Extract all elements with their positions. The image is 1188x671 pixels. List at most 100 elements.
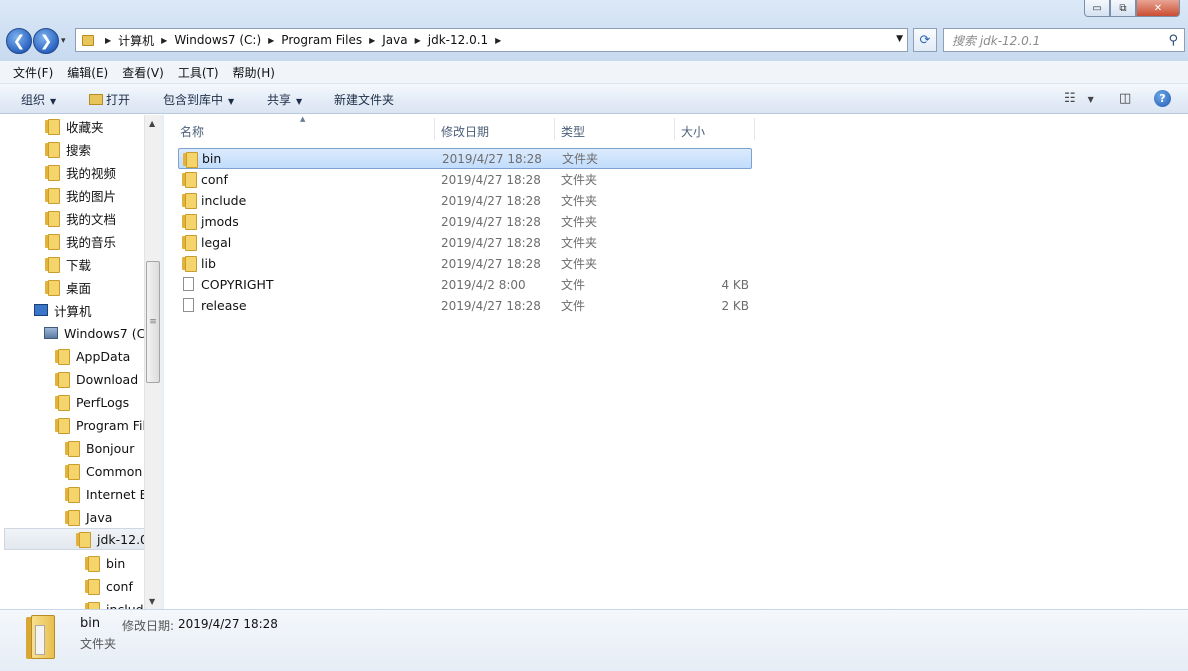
sidebar-item-bonjour[interactable]: Bonjour: [64, 437, 134, 459]
menu-edit[interactable]: 编辑(E): [60, 64, 115, 81]
scroll-thumb[interactable]: ≡: [146, 261, 160, 383]
sidebar-item-label: 桌面: [66, 280, 92, 296]
address-bar[interactable]: ▶ 计算机 ▶ Windows7 (C:) ▶ Program Files ▶ …: [75, 28, 908, 52]
sidebar-item-label: 搜索: [66, 142, 92, 158]
sidebar-item-conf[interactable]: conf: [84, 575, 133, 597]
sidebar-item-desktop[interactable]: 桌面: [44, 276, 91, 298]
sidebar-item-java[interactable]: Java: [64, 506, 112, 528]
breadcrumb-separator-icon[interactable]: ▶: [495, 36, 501, 45]
sidebar-item-bin[interactable]: bin: [84, 552, 125, 574]
close-button[interactable]: ✕: [1136, 0, 1180, 17]
file-row[interactable]: COPYRIGHT 2019/4/2 8:00 文件 4 KB: [178, 274, 752, 295]
folder-icon: [44, 233, 60, 250]
minimize-button[interactable]: ▭: [1084, 0, 1110, 17]
breadcrumb-computer[interactable]: 计算机: [118, 32, 154, 49]
navigation-scrollbar[interactable]: ▲ ≡ ▼: [144, 115, 161, 609]
folder-icon: [64, 509, 80, 526]
preview-pane-button[interactable]: ◫: [1119, 91, 1131, 106]
file-list-pane: ▲ 名称 修改日期 类型 大小 bin 2019/4/27 18:28 文件夹 …: [164, 115, 1188, 609]
file-row[interactable]: include 2019/4/27 18:28 文件夹: [178, 190, 752, 211]
share-button[interactable]: 共享 ▼: [267, 91, 302, 108]
sidebar-item-download[interactable]: Download: [54, 368, 138, 390]
sidebar-item-jdk[interactable]: jdk-12.0.: [4, 528, 152, 550]
file-row[interactable]: legal 2019/4/27 18:28 文件夹: [178, 232, 752, 253]
sidebar-item-drive-c[interactable]: Windows7 (C:: [44, 322, 150, 344]
column-divider[interactable]: [434, 118, 435, 140]
menu-tools[interactable]: 工具(T): [171, 64, 226, 81]
back-button[interactable]: ❮: [6, 28, 32, 54]
breadcrumb-jdk[interactable]: jdk-12.0.1: [428, 33, 488, 47]
sidebar-item-include[interactable]: include: [84, 598, 151, 609]
sidebar-item-perflogs[interactable]: PerfLogs: [54, 391, 129, 413]
sidebar-item-program-files[interactable]: Program File: [54, 414, 154, 436]
forward-button[interactable]: ❯: [33, 28, 59, 54]
folder-icon: [64, 486, 80, 503]
sidebar-item-favorites[interactable]: 收藏夹: [44, 115, 104, 137]
open-label: 打开: [106, 93, 131, 107]
new-folder-button[interactable]: 新建文件夹: [334, 91, 394, 108]
file-row[interactable]: release 2019/4/27 18:28 文件 2 KB: [178, 295, 752, 316]
refresh-button[interactable]: ⟳: [913, 28, 937, 52]
sidebar-item-pictures[interactable]: 我的图片: [44, 184, 116, 206]
column-divider[interactable]: [754, 118, 755, 140]
sidebar-item-internet-explorer[interactable]: Internet Ex: [64, 483, 155, 505]
sidebar-item-downloads[interactable]: 下载: [44, 253, 91, 275]
include-in-library-button[interactable]: 包含到库中 ▼: [163, 91, 234, 108]
file-date: 2019/4/27 18:28: [441, 298, 541, 313]
breadcrumb-separator-icon[interactable]: ▶: [369, 36, 375, 45]
sidebar-item-music[interactable]: 我的音乐: [44, 230, 116, 252]
column-header-date[interactable]: 修改日期: [441, 121, 489, 141]
sidebar-item-appdata[interactable]: AppData: [54, 345, 130, 367]
folder-icon: [84, 601, 100, 609]
file-row[interactable]: conf 2019/4/27 18:28 文件夹: [178, 169, 752, 190]
details-modified-label: 修改日期:: [122, 619, 175, 633]
file-row[interactable]: lib 2019/4/27 18:28 文件夹: [178, 253, 752, 274]
maximize-button[interactable]: ⧉: [1110, 0, 1136, 17]
close-icon: ✕: [1153, 2, 1163, 14]
open-button[interactable]: 打开: [89, 91, 130, 108]
scroll-down-icon[interactable]: ▼: [149, 597, 155, 606]
breadcrumb-java[interactable]: Java: [382, 33, 407, 47]
column-divider[interactable]: [674, 118, 675, 140]
folder-icon: [181, 213, 197, 230]
scroll-up-icon[interactable]: ▲: [149, 119, 155, 128]
file-row[interactable]: jmods 2019/4/27 18:28 文件夹: [178, 211, 752, 232]
breadcrumb-separator-icon[interactable]: ▶: [268, 36, 274, 45]
sort-ascending-icon: ▲: [300, 115, 306, 123]
sidebar-item-search[interactable]: 搜索: [44, 138, 91, 160]
file-type: 文件: [561, 278, 586, 292]
file-date: 2019/4/27 18:28: [442, 151, 542, 166]
sidebar-item-computer[interactable]: 计算机: [34, 299, 92, 321]
column-header-size[interactable]: 大小: [681, 121, 705, 141]
breadcrumb-separator-icon[interactable]: ▶: [105, 36, 111, 45]
menu-view[interactable]: 查看(V): [115, 64, 171, 81]
menu-help[interactable]: 帮助(H): [226, 64, 282, 81]
menu-file[interactable]: 文件(F): [6, 64, 60, 81]
breadcrumb-separator-icon[interactable]: ▶: [161, 36, 167, 45]
breadcrumb-program-files[interactable]: Program Files: [281, 33, 362, 47]
help-button[interactable]: ?: [1154, 90, 1171, 107]
search-icon[interactable]: ⚲: [1168, 33, 1178, 48]
sidebar-item-common-files[interactable]: Common F: [64, 460, 153, 482]
sidebar-item-documents[interactable]: 我的文档: [44, 207, 116, 229]
sidebar-item-label: Download: [76, 371, 139, 387]
file-date: 2019/4/27 18:28: [441, 256, 541, 271]
file-date: 2019/4/27 18:28: [441, 172, 541, 187]
file-row[interactable]: bin 2019/4/27 18:28 文件夹: [178, 148, 752, 169]
search-input[interactable]: 搜索 jdk-12.0.1 ⚲: [943, 28, 1185, 52]
address-history-dropdown[interactable]: ▼: [896, 34, 903, 44]
sidebar-item-videos[interactable]: 我的视频: [44, 161, 116, 183]
column-header-name[interactable]: 名称: [180, 121, 204, 141]
organize-button[interactable]: 组织 ▼: [21, 91, 56, 108]
folder-icon: [44, 164, 60, 181]
refresh-icon: ⟳: [919, 32, 931, 48]
change-view-button[interactable]: ☷ ▼: [1064, 91, 1094, 106]
command-bar: 组织 ▼ 打开 包含到库中 ▼ 共享 ▼ 新建文件夹 ☷ ▼ ◫: [0, 84, 1188, 114]
recent-pages-dropdown[interactable]: ▾: [61, 36, 66, 46]
breadcrumb-drive[interactable]: Windows7 (C:): [174, 33, 261, 47]
column-header-type[interactable]: 类型: [561, 121, 585, 141]
back-arrow-icon: ❮: [12, 32, 26, 50]
breadcrumb-separator-icon[interactable]: ▶: [415, 36, 421, 45]
file-date: 2019/4/27 18:28: [441, 193, 541, 208]
column-divider[interactable]: [554, 118, 555, 140]
